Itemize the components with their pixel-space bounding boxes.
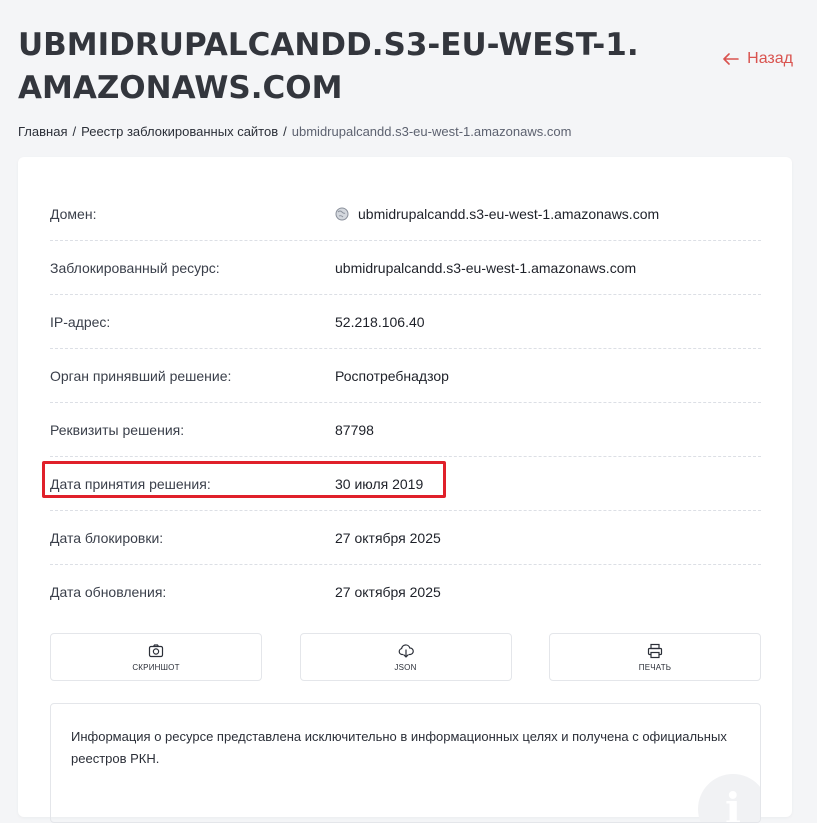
info-icon: i (698, 774, 760, 822)
detail-label: Домен: (50, 205, 97, 222)
detail-value: Роспотребнадзор (335, 367, 449, 384)
json-button[interactable]: JSON (299, 633, 512, 681)
breadcrumb-separator: / (72, 124, 77, 139)
detail-label: IP-адрес: (50, 313, 111, 330)
print-button-label: ПЕЧАТЬ (638, 662, 672, 672)
domain-value: ubmidrupalcandd.s3-eu-west-1.amazonaws.c… (358, 205, 660, 222)
disclaimer-text: Информация о ресурсе представлена исключ… (71, 729, 727, 766)
action-buttons: СКРИНШОТ JSON ПЕЧАТЬ (50, 633, 761, 681)
arrow-left-icon (723, 53, 739, 65)
json-button-label: JSON (394, 662, 417, 672)
breadcrumb-separator: / (283, 124, 287, 139)
back-button-label: Назад (747, 50, 793, 67)
detail-row-decision-details: Реквизиты решения: 87798 (50, 403, 761, 457)
detail-row-authority: Орган принявший решение: Роспотребнадзор (50, 349, 761, 403)
detail-row-block-date: Дата блокировки: 27 октября 2025 (50, 511, 761, 565)
disclaimer-box: Информация о ресурсе представлена исключ… (50, 703, 761, 823)
detail-label: Дата обновления: (50, 583, 167, 600)
detail-value: ubmidrupalcandd.s3-eu-west-1.amazonaws.c… (335, 206, 659, 222)
breadcrumb: Главная / Реестр заблокированных сайтов … (18, 124, 571, 139)
screenshot-button[interactable]: СКРИНШОТ (50, 633, 262, 681)
breadcrumb-current: ubmidrupalcandd.s3-eu-west-1.amazonaws.c… (291, 124, 572, 139)
detail-row-domain: Домен: ubmidrupalcandd.s3-eu-west-1.amaz… (50, 187, 761, 241)
details-list: Домен: ubmidrupalcandd.s3-eu-west-1.amaz… (50, 187, 761, 618)
detail-value: 27 октября 2025 (335, 529, 441, 546)
highlight-annotation (42, 461, 446, 498)
cloud-download-icon (398, 643, 414, 658)
printer-icon (647, 643, 663, 658)
detail-label: Заблокированный ресурс: (50, 259, 220, 276)
camera-icon (148, 643, 164, 657)
detail-row-blocked-resource: Заблокированный ресурс: ubmidrupalcandd.… (50, 241, 761, 295)
back-button[interactable]: Назад (723, 50, 793, 68)
detail-label: Дата блокировки: (50, 529, 164, 546)
breadcrumb-registry[interactable]: Реестр заблокированных сайтов (81, 124, 278, 139)
screenshot-button-label: СКРИНШОТ (132, 662, 180, 672)
detail-value: 87798 (335, 421, 374, 438)
detail-row-update-date: Дата обновления: 27 октября 2025 (50, 565, 761, 618)
detail-row-ip: IP-адрес: 52.218.106.40 (50, 295, 761, 349)
page-title: UBMIDRUPALCANDD.S3-EU-WEST-1.AMAZONAWS.C… (18, 27, 639, 106)
detail-label: Реквизиты решения: (50, 421, 185, 438)
detail-label: Орган принявший решение: (50, 367, 232, 384)
detail-value: 52.218.106.40 (335, 313, 425, 330)
print-button[interactable]: ПЕЧАТЬ (549, 633, 761, 681)
detail-value: ubmidrupalcandd.s3-eu-west-1.amazonaws.c… (335, 259, 637, 276)
detail-value: 27 октября 2025 (335, 583, 441, 600)
breadcrumb-home[interactable]: Главная (18, 124, 67, 139)
globe-icon (335, 207, 349, 220)
